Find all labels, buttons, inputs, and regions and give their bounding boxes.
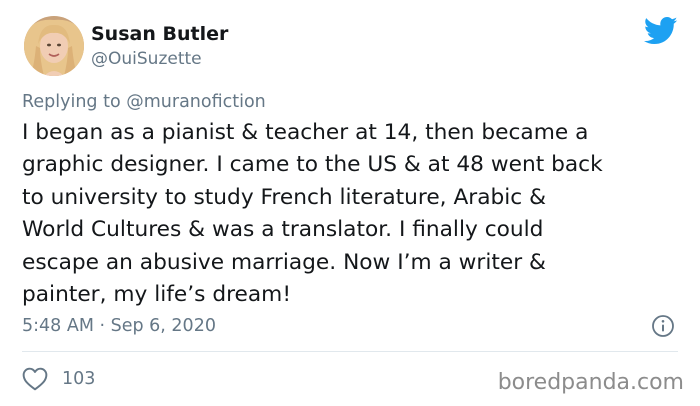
divider <box>22 351 678 352</box>
heart-icon[interactable] <box>22 367 48 391</box>
info-icon[interactable] <box>651 314 675 338</box>
tweet-timestamp[interactable]: 5:48 AM · Sep 6, 2020 <box>22 314 216 338</box>
tweet-text-line: escape an abusive marriage. Now I’m a wr… <box>22 249 546 275</box>
tweet-text-line: painter, my life’s dream! <box>22 282 292 308</box>
reply-mention-link[interactable]: @muranofiction <box>126 92 266 112</box>
like-button[interactable]: 103 <box>22 366 95 392</box>
twitter-bird-icon[interactable] <box>643 16 678 46</box>
tweet-text-line: to university to study French literature… <box>22 184 547 210</box>
replying-to-label: Replying to <box>22 92 121 112</box>
tweet-text-line: graphic designer. I came to the US & at … <box>22 152 603 178</box>
like-count: 103 <box>62 369 96 389</box>
tweet-text: I began as a pianist & teacher at 14, th… <box>22 117 682 311</box>
tweet-text-line: I began as a pianist & teacher at 14, th… <box>22 120 589 145</box>
user-handle[interactable]: @OuiSuzette <box>91 47 202 71</box>
tweet-text-line: World Cultures & was a translator. I fin… <box>22 217 544 243</box>
replying-to: Replying to @muranofiction <box>22 90 266 114</box>
watermark: boredpanda.com <box>497 370 684 395</box>
avatar[interactable] <box>24 16 84 76</box>
display-name[interactable]: Susan Butler <box>91 22 228 46</box>
